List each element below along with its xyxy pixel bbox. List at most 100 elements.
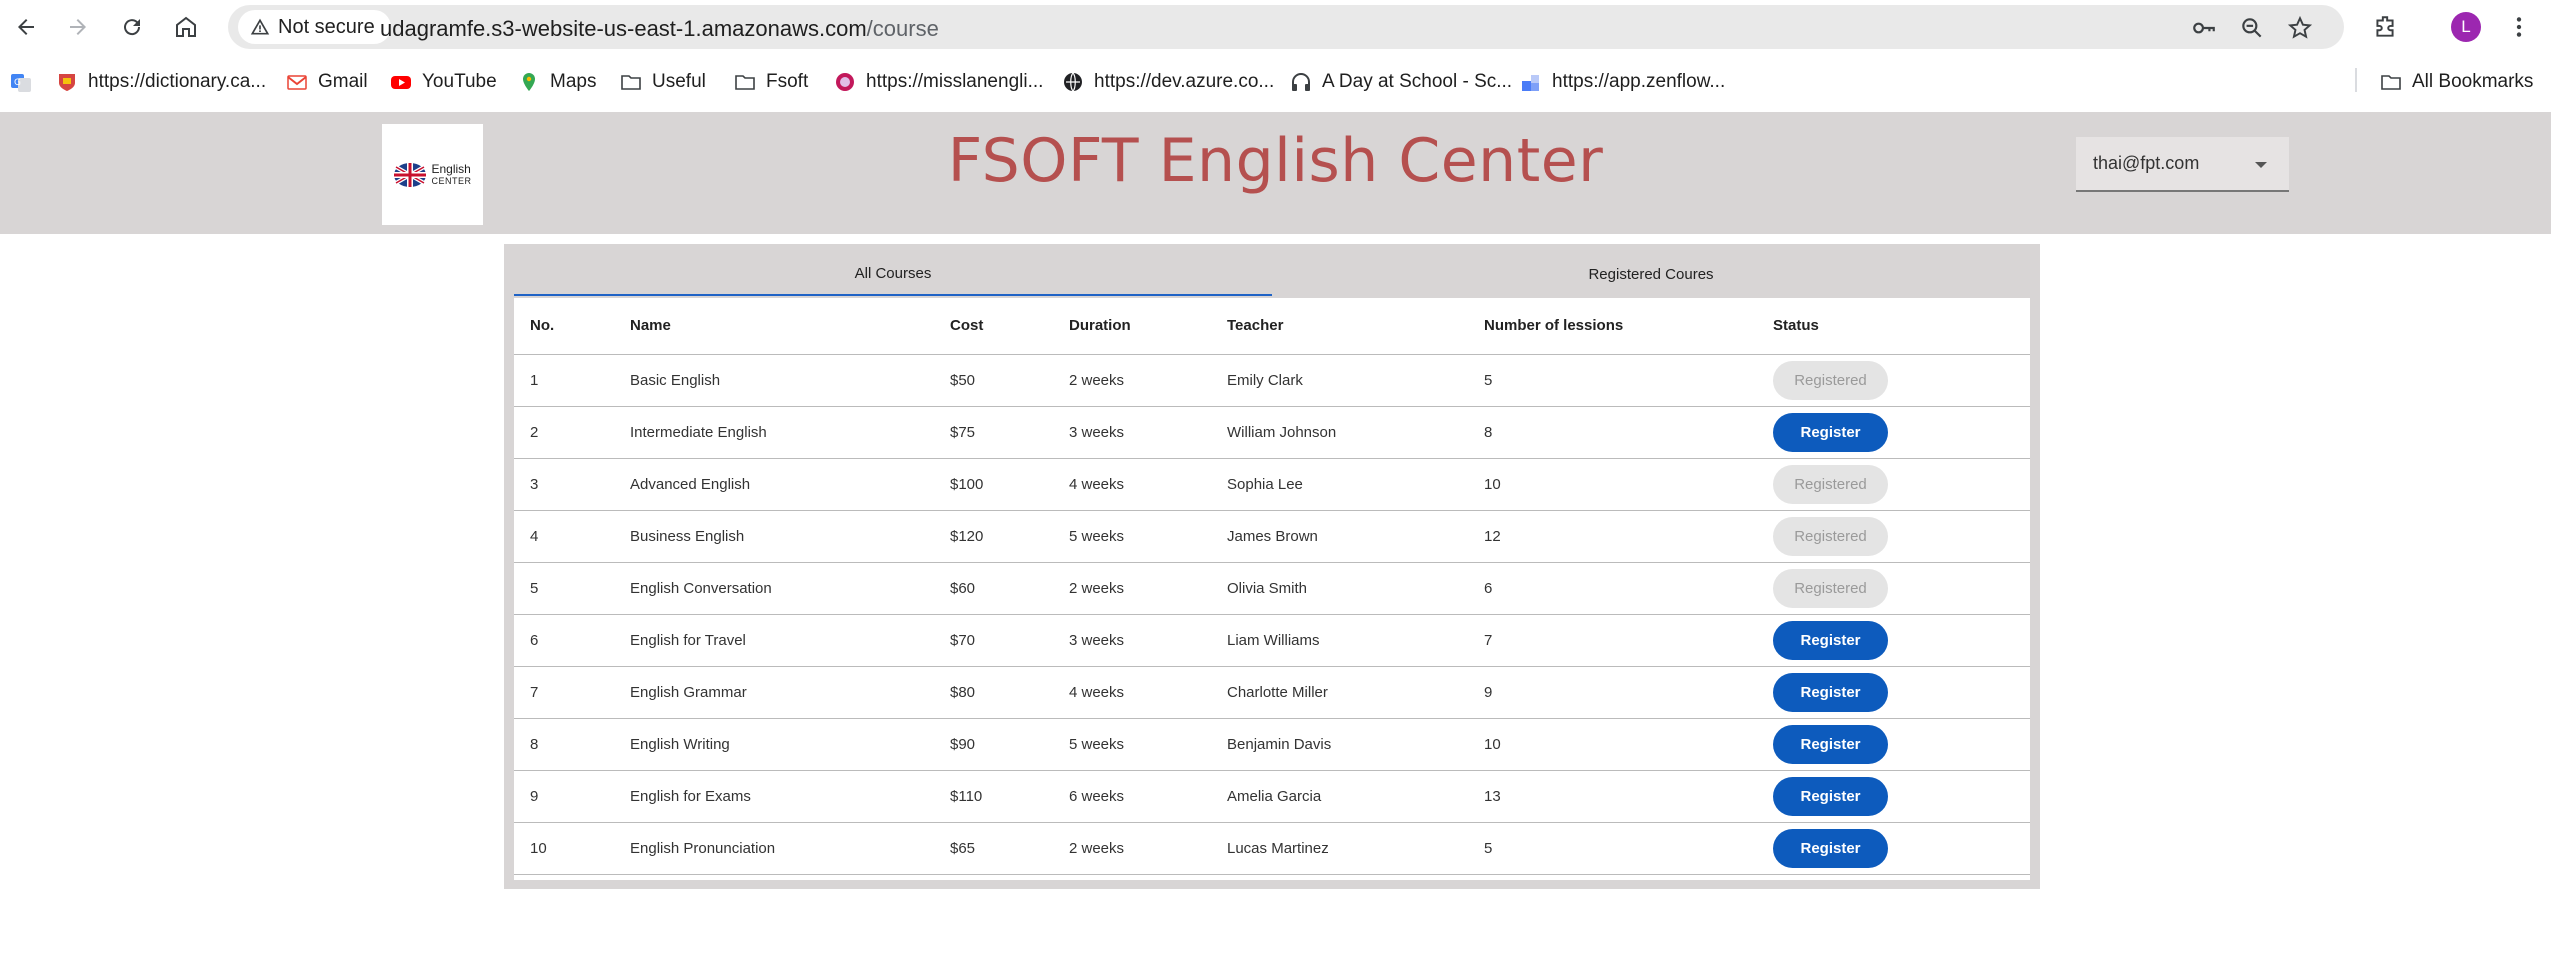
bookmark-youtube[interactable]: YouTube <box>390 68 497 96</box>
registered-badge: Registered <box>1773 568 1888 608</box>
extensions-button[interactable] <box>2370 12 2400 42</box>
cell-teacher: Olivia Smith <box>1211 562 1468 615</box>
bookmark-cambridge[interactable]: https://dictionary.ca... <box>56 68 266 96</box>
cell-duration: 6 weeks <box>1053 770 1211 823</box>
register-button[interactable]: Register <box>1773 672 1888 712</box>
cell-name: Basic English <box>614 354 934 407</box>
site-header: English CENTER FSOFT English Center thai… <box>0 112 2551 234</box>
cell-teacher: William Johnson <box>1211 406 1468 459</box>
cell-status: Registered <box>1757 562 2030 615</box>
bookmark-zenflow[interactable]: https://app.zenflow... <box>1520 68 1725 96</box>
table-row: 8 English Writing $90 5 weeks Benjamin Davis… <box>514 718 2030 771</box>
site-icon <box>834 71 856 93</box>
cell-name: Intermediate English <box>614 406 934 459</box>
reload-button[interactable] <box>114 9 150 45</box>
cell-status: Registered <box>1757 354 2030 407</box>
cell-no: 5 <box>514 562 614 615</box>
all-bookmarks-button[interactable]: All Bookmarks <box>2380 68 2533 96</box>
column-header-lessons: Number of lessions <box>1468 298 1757 355</box>
table-row: 10 English Pronunciation $65 2 weeks Lucas M… <box>514 822 2030 875</box>
register-button[interactable]: Register <box>1773 724 1888 764</box>
courses-table-container: No. Name Cost Duration Teacher Number of… <box>514 298 2030 880</box>
address-bar[interactable]: Not secure udagramfe.s3-website-us-east-… <box>228 5 2344 49</box>
bookmark-folder-fsoft[interactable]: Fsoft <box>734 68 808 96</box>
cell-teacher: Sophia Lee <box>1211 458 1468 511</box>
page-content: English CENTER FSOFT English Center thai… <box>0 112 2551 963</box>
register-button[interactable]: Register <box>1773 776 1888 816</box>
bookmark-maps[interactable]: Maps <box>518 68 596 96</box>
bookmark-gmail[interactable]: Gmail <box>286 68 368 96</box>
cell-name: Advanced English <box>614 458 934 511</box>
bookmark-label: Maps <box>550 71 597 92</box>
cell-duration: 5 weeks <box>1053 718 1211 771</box>
cell-cost: $70 <box>934 614 1053 667</box>
more-vert-icon <box>2516 17 2522 37</box>
cell-lessons: 10 <box>1468 458 1757 511</box>
register-button[interactable]: Register <box>1773 620 1888 660</box>
cell-cost: $60 <box>934 562 1053 615</box>
bookmark-translate[interactable]: G <box>10 68 32 96</box>
home-icon <box>176 16 196 37</box>
column-header-teacher: Teacher <box>1211 298 1468 355</box>
reload-icon <box>124 19 141 36</box>
bookmark-label: Fsoft <box>766 71 809 92</box>
menu-button[interactable] <box>2504 12 2534 42</box>
cell-no: 9 <box>514 770 614 823</box>
folder-icon <box>2380 71 2402 93</box>
cell-lessons: 13 <box>1468 770 1757 823</box>
cell-name: English Grammar <box>614 666 934 719</box>
cell-lessons: 9 <box>1468 666 1757 719</box>
security-chip[interactable]: Not secure <box>238 10 391 44</box>
table-header-row: No. Name Cost Duration Teacher Number of… <box>514 298 2030 355</box>
star-icon[interactable] <box>2287 15 2313 41</box>
tab-registered-courses[interactable]: Registered Coures <box>1272 252 2030 296</box>
bookmark-folder-useful[interactable]: Useful <box>620 68 706 96</box>
registered-badge: Registered <box>1773 516 1888 556</box>
cell-cost: $120 <box>934 510 1053 563</box>
cambridge-icon <box>56 71 78 93</box>
bookmark-a-day-at-school[interactable]: A Day at School - Sc... <box>1290 68 1512 96</box>
register-button[interactable]: Register <box>1773 412 1888 452</box>
svg-text:G: G <box>14 78 21 88</box>
cell-lessons: 5 <box>1468 822 1757 875</box>
table-row: 6 English for Travel $70 3 weeks Liam Willia… <box>514 614 2030 667</box>
cell-no: 6 <box>514 614 614 667</box>
bookmark-label: https://misslanengli... <box>866 71 1044 92</box>
cell-status: Register <box>1757 614 2030 667</box>
user-email: thai@fpt.com <box>2093 153 2200 173</box>
column-header-duration: Duration <box>1053 298 1211 355</box>
cell-lessons: 6 <box>1468 562 1757 615</box>
tab-all-courses[interactable]: All Courses <box>514 252 1272 296</box>
bookmarks-divider <box>2355 68 2357 92</box>
cell-lessons: 7 <box>1468 614 1757 667</box>
key-icon[interactable] <box>2191 15 2217 41</box>
courses-panel: All Courses Registered Coures No. Name C… <box>504 244 2040 889</box>
bookmark-azure[interactable]: https://dev.azure.co... <box>1062 68 1274 96</box>
back-button[interactable] <box>8 9 44 45</box>
cell-status: Registered <box>1757 510 2030 563</box>
youtube-icon <box>390 71 412 93</box>
column-header-no: No. <box>514 298 614 355</box>
home-button[interactable] <box>168 9 204 45</box>
table-row: 3 Advanced English $100 4 weeks Sophia Lee 10… <box>514 458 2030 511</box>
url-text[interactable]: udagramfe.s3-website-us-east-1.amazonaws… <box>380 16 939 42</box>
cell-teacher: Lucas Martinez <box>1211 822 1468 875</box>
zoom-icon[interactable] <box>2239 15 2265 41</box>
folder-icon <box>620 71 642 93</box>
cell-status: Register <box>1757 666 2030 719</box>
table-row: 4 Business English $120 5 weeks James Brown 1… <box>514 510 2030 563</box>
courses-table: No. Name Cost Duration Teacher Number of… <box>514 298 2030 875</box>
table-row: 2 Intermediate English $75 3 weeks William J… <box>514 406 2030 459</box>
all-bookmarks-label: All Bookmarks <box>2412 71 2534 92</box>
cell-cost: $65 <box>934 822 1053 875</box>
course-tabs: All Courses Registered Coures <box>514 252 2030 296</box>
translate-icon: G <box>10 71 32 93</box>
cell-cost: $110 <box>934 770 1053 823</box>
register-button[interactable]: Register <box>1773 828 1888 868</box>
forward-button[interactable] <box>60 9 96 45</box>
bookmark-misslanenglish[interactable]: https://misslanengli... <box>834 68 1043 96</box>
user-account-select[interactable]: thai@fpt.com <box>2076 137 2289 192</box>
cell-name: Business English <box>614 510 934 563</box>
profile-avatar[interactable]: L <box>2451 12 2481 42</box>
cell-duration: 4 weeks <box>1053 666 1211 719</box>
